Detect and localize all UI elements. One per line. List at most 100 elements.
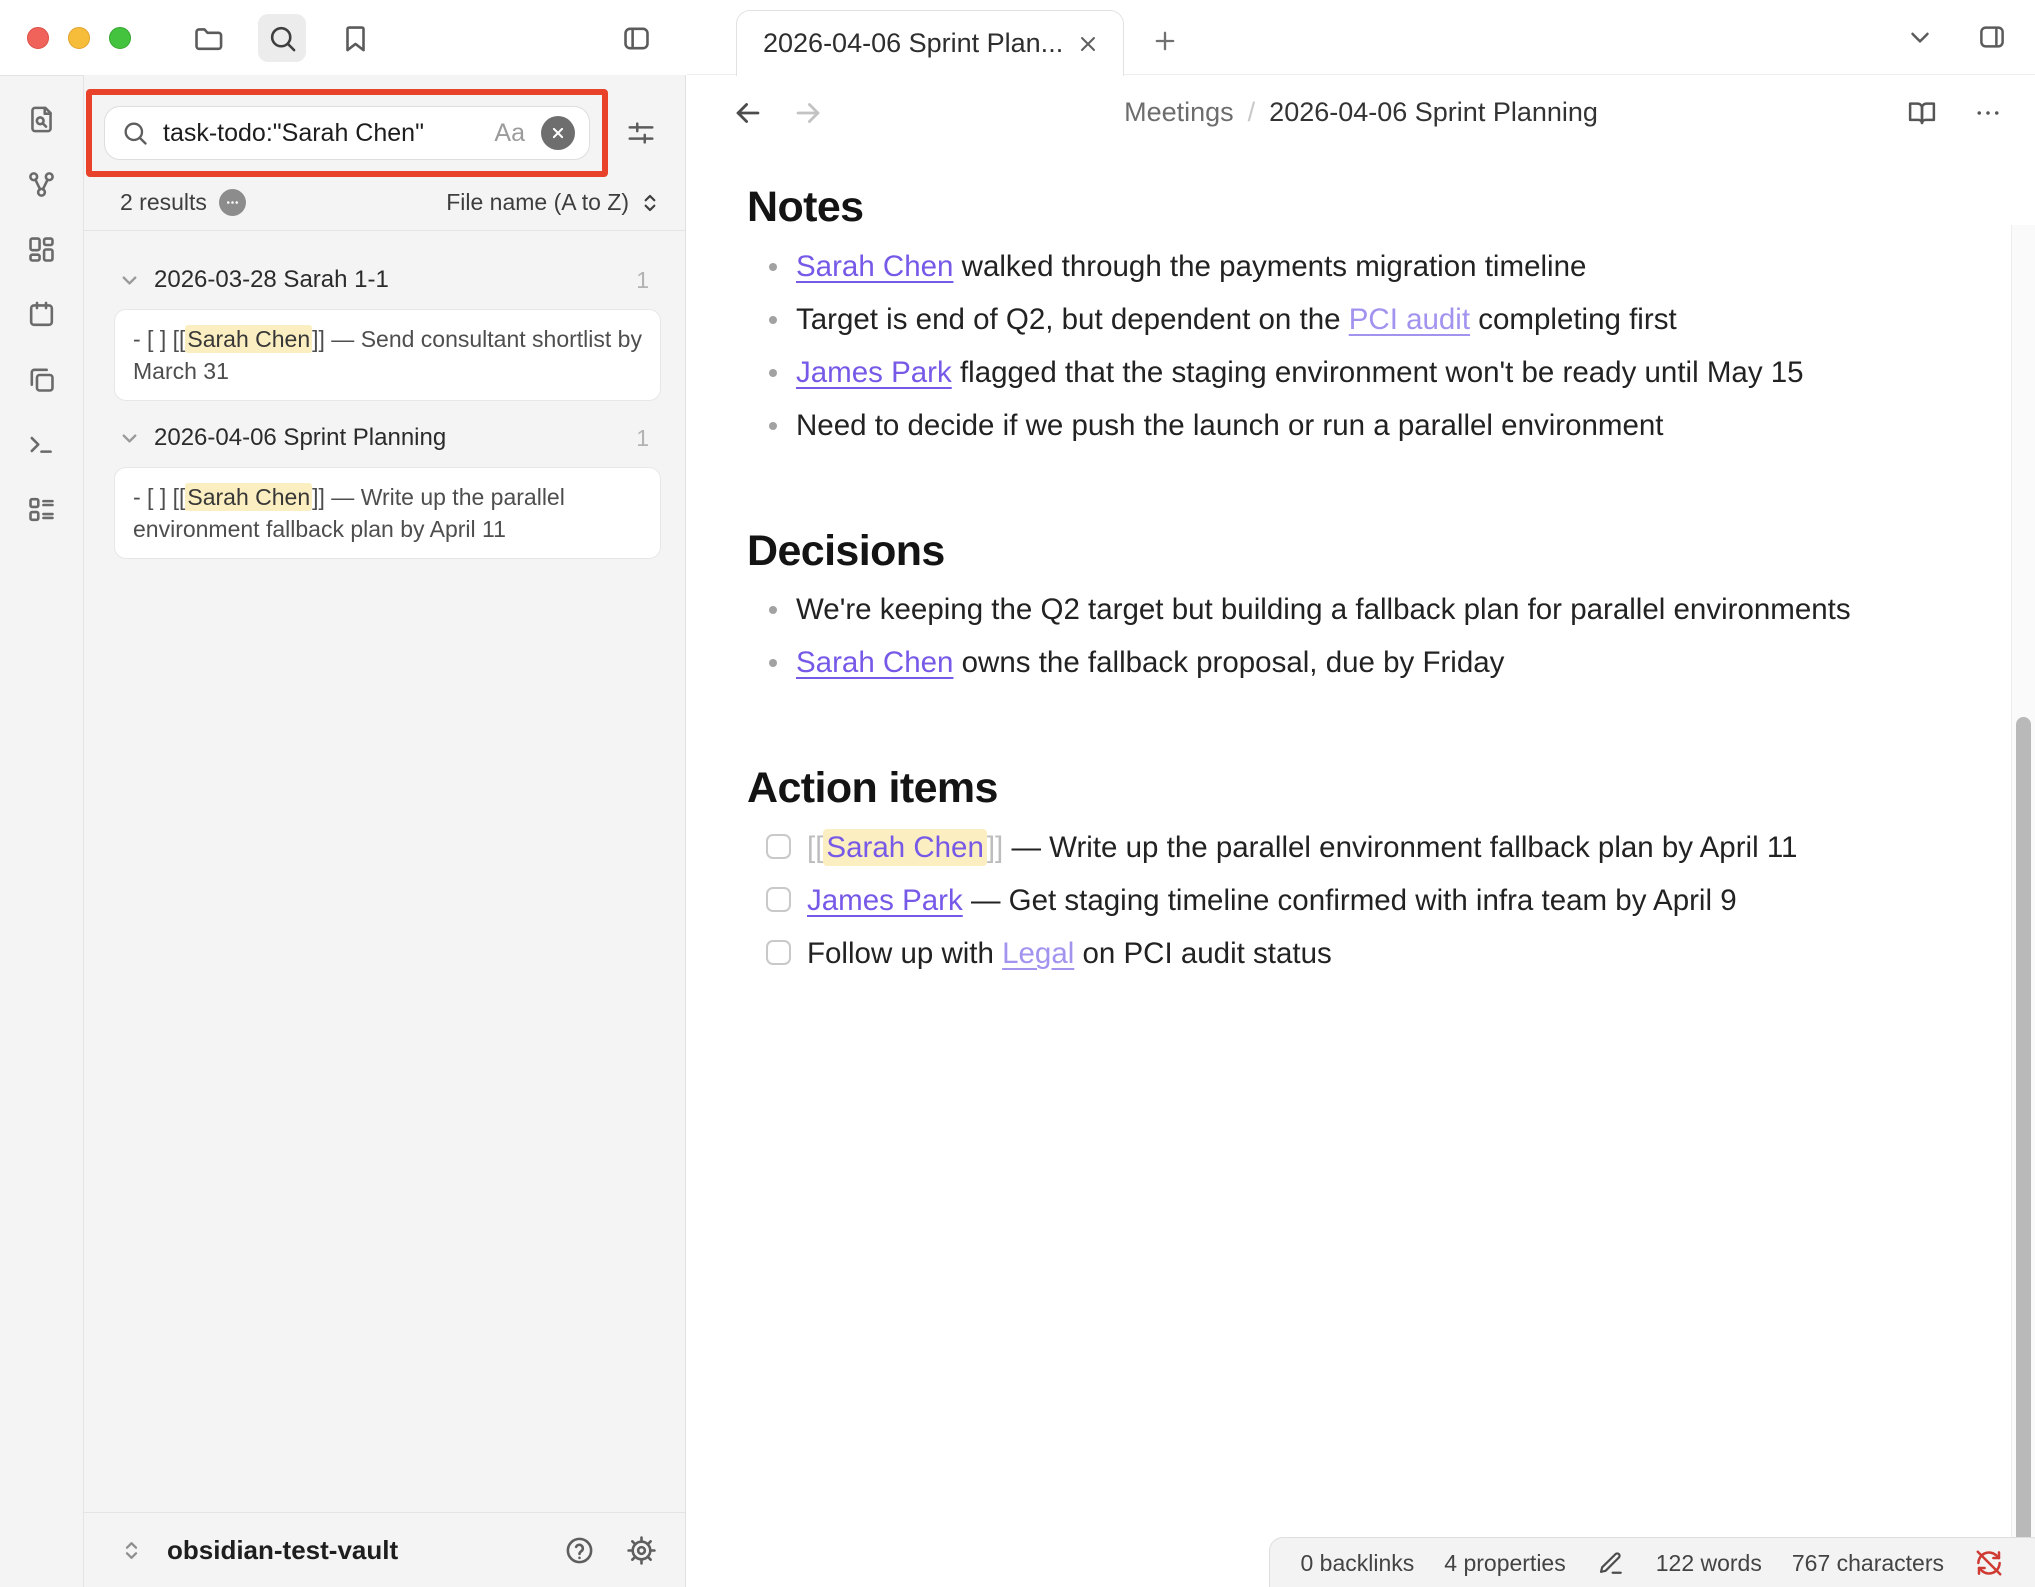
chevrons-up-down-icon[interactable] [118,1537,145,1564]
collapse-left-sidebar-button[interactable] [612,14,660,62]
chevron-down-icon [1905,22,1935,52]
task-text: James Park — Get staging timeline confir… [807,874,1867,927]
search-input[interactable]: task-todo:"Sarah Chen" Aa [104,106,590,160]
sort-order-button[interactable]: File name (A to Z) [446,189,629,216]
result-count-badge: 1 [636,425,649,452]
graph-view-icon[interactable] [26,169,57,200]
templates-icon[interactable] [26,364,57,395]
wikilink[interactable]: Sarah Chen [796,250,953,283]
task-text: Follow up with [807,937,1002,970]
task-checkbox[interactable] [766,940,791,965]
search-info-button[interactable] [219,189,246,216]
search-view-button[interactable] [258,14,306,62]
task-text: Follow up with Legal on PCI audit status [807,927,1867,980]
search-result-match[interactable]: - [ ] [[Sarah Chen]] — Send consultant s… [114,309,661,401]
bullet-text: owns the fallback proposal, due by Frida… [953,646,1504,679]
tab-title: 2026-04-06 Sprint Plan... [763,28,1071,59]
search-result-file-header[interactable]: 2026-04-06 Sprint Planning1 [114,415,661,461]
collapse-chevron-icon [118,269,141,292]
minimize-window-button[interactable] [68,27,90,49]
help-icon [564,1535,595,1566]
word-count: 122 words [1656,1550,1762,1577]
bullet-text: Need to decide if we push the launch or … [796,409,1664,442]
tab-list-button[interactable] [1895,12,1945,62]
breadcrumb-folder[interactable]: Meetings [1124,97,1234,128]
editor-pane: Meetings / 2026-04-06 Sprint Planning No… [687,75,2035,1587]
bullet-item: Sarah Chen owns the fallback proposal, d… [747,636,1867,689]
note-content-inner: NotesSarah Chen walked through the payme… [687,150,1877,980]
more-options-button[interactable] [1967,92,2009,134]
wikilink[interactable]: James Park [796,356,952,389]
properties-status[interactable]: 4 properties [1444,1550,1565,1577]
bookmark-icon [340,23,371,54]
left-ribbon [0,75,84,1587]
bullet-text: Target is end of Q2, but dependent on th… [796,303,1349,336]
note-content[interactable]: NotesSarah Chen walked through the payme… [687,150,2011,1587]
search-result-file-header[interactable]: 2026-03-28 Sarah 1-11 [114,257,661,303]
search-query[interactable]: task-todo:"Sarah Chen" [163,119,486,148]
expand-right-sidebar-button[interactable] [1967,12,2017,62]
wikilink[interactable]: James Park [807,884,963,917]
search-match-highlight: Sarah Chen [185,483,312,511]
pencil-icon [1598,1550,1624,1576]
wikilink-bracket: ]] [987,831,1003,864]
daily-note-calendar-icon[interactable] [26,299,57,330]
help-button[interactable] [561,1532,597,1568]
close-icon [549,124,567,142]
search-result-match[interactable]: - [ ] [[Sarah Chen]] — Write up the para… [114,467,661,559]
canvas-icon[interactable] [26,234,57,265]
wikilink[interactable]: Sarah Chen [796,646,953,679]
task-text: — Get staging timeline confirmed with in… [963,884,1737,917]
editor-scrollbar[interactable] [2011,225,2035,1587]
open-folder-button[interactable] [183,14,231,62]
tab-active[interactable]: 2026-04-06 Sprint Plan... [736,10,1124,76]
bullet-text: We're keeping the Q2 target but building… [796,593,1851,626]
clear-search-button[interactable] [541,116,575,150]
wikilink[interactable]: PCI audit [1349,303,1470,336]
panel-right-icon [1977,22,2007,52]
match-case-toggle[interactable]: Aa [494,119,525,148]
bullet-list: Sarah Chen walked through the payments m… [747,240,1867,452]
outline-list-icon[interactable] [26,494,57,525]
task-checkbox[interactable] [766,834,791,859]
result-file-name: 2026-04-06 Sprint Planning [154,424,636,452]
result-count-badge: 1 [636,267,649,294]
status-bar: 0 backlinks 4 properties 122 words 767 c… [1269,1537,2035,1587]
bullet-item: Sarah Chen walked through the payments m… [747,240,1867,293]
edit-mode-indicator[interactable] [1596,1548,1626,1578]
backlinks-status[interactable]: 0 backlinks [1300,1550,1414,1577]
section-heading: Decisions [747,526,1877,578]
breadcrumb-page-title[interactable]: 2026-04-06 Sprint Planning [1269,97,1598,128]
wikilink[interactable]: Sarah Chen [823,829,986,866]
bullet-item: James Park flagged that the staging envi… [747,346,1867,399]
file-search-icon[interactable] [26,104,57,135]
ellipsis-icon [224,194,241,211]
search-results: 2026-03-28 Sarah 1-11 - [ ] [[Sarah Chen]… [84,231,685,559]
search-panel: task-todo:"Sarah Chen" Aa 2 results File… [84,75,686,1587]
task-text: [[Sarah Chen]] — Write up the parallel e… [807,821,1867,874]
terminal-icon[interactable] [26,429,57,460]
settings-button[interactable] [623,1532,659,1568]
search-icon [267,23,298,54]
tab-close-button[interactable] [1071,27,1105,61]
breadcrumb: Meetings / 2026-04-06 Sprint Planning [1124,75,1598,150]
vault-name[interactable]: obsidian-test-vault [167,1535,398,1566]
wikilink[interactable]: Legal [1002,937,1074,970]
task-item: Follow up with Legal on PCI audit status [747,927,1867,980]
reading-mode-button[interactable] [1901,92,1943,134]
scrollbar-thumb[interactable] [2016,717,2031,1573]
new-tab-button[interactable] [1142,18,1188,64]
search-settings-button[interactable] [618,110,664,156]
task-list: [[Sarah Chen]] — Write up the parallel e… [747,821,1867,980]
sync-status-button[interactable] [1974,1548,2004,1578]
traffic-lights [27,27,131,49]
zoom-window-button[interactable] [109,27,131,49]
search-match-highlight: Sarah Chen [185,325,312,353]
bullet-text: completing first [1470,303,1677,336]
bookmarks-button[interactable] [331,14,379,62]
bullet-item: Need to decide if we push the launch or … [747,399,1867,452]
navigate-forward-button[interactable] [791,96,825,130]
navigate-back-button[interactable] [731,96,765,130]
close-window-button[interactable] [27,27,49,49]
task-checkbox[interactable] [766,887,791,912]
